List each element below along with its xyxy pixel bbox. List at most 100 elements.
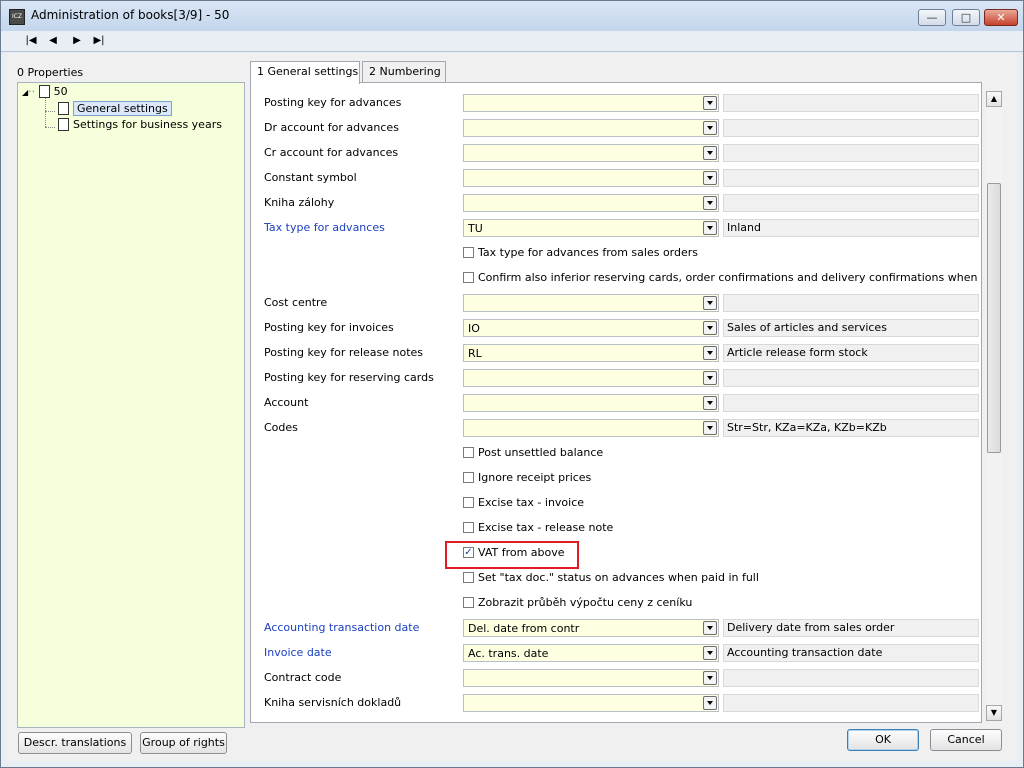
checkbox-label: Excise tax - invoice [478,496,585,509]
setting-checkbox[interactable]: Ignore receipt prices [463,471,591,484]
dropdown-arrow-icon[interactable] [703,196,717,210]
field-combo[interactable] [463,119,719,137]
field-combo[interactable] [463,694,719,712]
checkbox-icon[interactable] [463,271,474,283]
tree-item-general-settings[interactable]: General settings [58,101,172,117]
dropdown-arrow-icon[interactable] [703,371,717,385]
checkbox-label: Set "tax doc." status on advances when p… [478,571,759,584]
field-description [723,119,979,137]
dropdown-arrow-icon[interactable] [703,171,717,185]
last-record-icon[interactable]: ▶| [89,32,109,50]
field-combo[interactable]: TU [463,219,719,237]
next-record-icon[interactable]: ▶ [67,32,87,50]
toolbar-divider [1,51,1023,52]
ok-button[interactable]: OK [847,729,919,751]
scroll-down-icon[interactable]: ▼ [986,705,1002,721]
field-combo[interactable] [463,94,719,112]
field-description: Sales of articles and services [723,319,979,337]
checkbox-icon[interactable] [463,471,474,483]
dropdown-arrow-icon[interactable] [703,321,717,335]
field-combo[interactable] [463,394,719,412]
dropdown-arrow-icon[interactable] [703,421,717,435]
field-combo[interactable] [463,294,719,312]
scroll-thumb[interactable] [987,183,1001,453]
checkbox-icon[interactable] [463,246,474,258]
dropdown-arrow-icon[interactable] [703,396,717,410]
checkbox-icon[interactable] [463,596,474,608]
setting-checkbox[interactable]: Post unsettled balance [463,446,603,459]
field-combo[interactable]: IO [463,319,719,337]
field-combo[interactable] [463,169,719,187]
setting-checkbox[interactable]: Zobrazit průběh výpočtu ceny z ceníku [463,596,692,609]
dropdown-arrow-icon[interactable] [703,671,717,685]
previous-record-icon[interactable]: ◀ [43,32,63,50]
field-description [723,694,979,712]
dropdown-arrow-icon[interactable] [703,221,717,235]
field-label: Posting key for invoices [264,321,394,334]
tree-root[interactable]: ◢·· 50 [22,84,68,100]
window-title: Administration of books[3/9] - 50 [31,8,230,22]
field-combo[interactable] [463,669,719,687]
checkbox-icon[interactable] [463,571,474,583]
field-combo[interactable]: RL [463,344,719,362]
dropdown-arrow-icon[interactable] [703,121,717,135]
field-label: Dr account for advances [264,121,399,134]
field-label: Posting key for release notes [264,346,424,359]
tree-item-label: Settings for business years [73,118,222,131]
first-record-icon[interactable]: |◀ [21,32,41,50]
field-label[interactable]: Invoice date [264,646,332,659]
field-combo[interactable] [463,369,719,387]
combo-value: RL [468,347,482,360]
field-label: Constant symbol [264,171,357,184]
field-combo[interactable] [463,419,719,437]
checkbox-icon[interactable] [463,521,474,533]
setting-checkbox[interactable]: Excise tax - release note [463,521,613,534]
dropdown-arrow-icon[interactable] [703,621,717,635]
vertical-scrollbar[interactable]: ▲ ▼ [986,91,1002,721]
close-button[interactable]: ✕ [984,9,1018,26]
cancel-button[interactable]: Cancel [930,729,1002,751]
setting-checkbox[interactable]: Confirm also inferior reserving cards, o… [463,271,981,284]
document-icon [58,117,69,131]
field-label: Codes [264,421,298,434]
field-description [723,294,979,312]
dropdown-arrow-icon[interactable] [703,96,717,110]
checkbox-label: Tax type for advances from sales orders [478,246,699,259]
field-combo[interactable] [463,144,719,162]
maximize-button[interactable]: □ [952,9,980,26]
field-combo[interactable]: Del. date from contr [463,619,719,637]
field-combo[interactable] [463,194,719,212]
descr-translations-button[interactable]: Descr. translations [18,732,132,754]
field-combo[interactable]: Ac. trans. date [463,644,719,662]
checkbox-icon[interactable] [463,496,474,508]
field-description [723,144,979,162]
group-of-rights-button[interactable]: Group of rights [140,732,227,754]
field-label[interactable]: Tax type for advances [264,221,385,234]
properties-tree[interactable]: ◢·· 50 General settings Settings for bus… [17,82,245,728]
field-label[interactable]: Accounting transaction date [264,621,419,634]
field-description [723,94,979,112]
checkbox-icon[interactable] [463,446,474,458]
field-description: Accounting transaction date [723,644,979,662]
minimize-button[interactable]: — [918,9,946,26]
dropdown-arrow-icon[interactable] [703,346,717,360]
field-label: Account [264,396,309,409]
setting-checkbox[interactable]: Tax type for advances from sales orders [463,246,698,259]
combo-value: TU [468,222,483,235]
tab-general-settings[interactable]: 1 General settings [250,61,360,84]
dropdown-arrow-icon[interactable] [703,646,717,660]
dropdown-arrow-icon[interactable] [703,296,717,310]
scroll-up-icon[interactable]: ▲ [986,91,1002,107]
combo-value: IO [468,322,480,335]
dropdown-arrow-icon[interactable] [703,696,717,710]
dropdown-arrow-icon[interactable] [703,146,717,160]
field-label: Kniha servisních dokladů [264,696,402,709]
field-description: Inland [723,219,979,237]
setting-checkbox[interactable]: Excise tax - invoice [463,496,584,509]
tree-item-business-years[interactable]: Settings for business years [58,117,222,133]
window: ICZ Administration of books[3/9] - 50 — … [0,0,1024,768]
settings-panel: Posting key for advances Dr account for a… [250,82,982,723]
tree-connector [45,111,55,112]
setting-checkbox[interactable]: Set "tax doc." status on advances when p… [463,571,759,584]
tab-numbering[interactable]: 2 Numbering [362,61,446,83]
